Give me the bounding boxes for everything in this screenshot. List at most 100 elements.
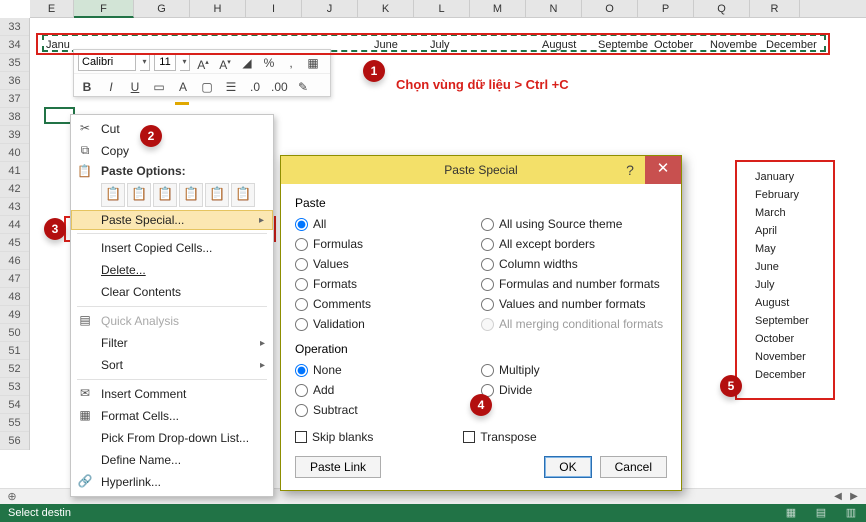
radio-multiply[interactable]: Multiply [481, 360, 667, 380]
paste-option-all[interactable] [101, 183, 125, 207]
row34-cell-m[interactable] [484, 36, 540, 50]
column-header-e[interactable]: E [30, 0, 74, 18]
month-cell[interactable]: September [752, 312, 829, 330]
row34-cell-o[interactable]: Septembe [596, 36, 652, 50]
decimal-dec-icon[interactable]: .0 [246, 77, 264, 95]
row-header-44[interactable]: 44 [0, 216, 29, 234]
row-header-38[interactable]: 38 [0, 108, 29, 126]
increase-font-icon[interactable]: A▴ [194, 53, 212, 71]
paste-option-link[interactable] [231, 183, 255, 207]
paste-option-formatting[interactable] [205, 183, 229, 207]
column-header-f[interactable]: F [74, 0, 134, 18]
row34-cell-p[interactable]: October [652, 36, 708, 50]
column-header-p[interactable]: P [638, 0, 694, 18]
bold-button[interactable]: B [78, 77, 96, 95]
row-header-55[interactable]: 55 [0, 414, 29, 432]
row-header-36[interactable]: 36 [0, 72, 29, 90]
menu-item-clear[interactable]: Clear Contents [71, 281, 273, 303]
column-header-l[interactable]: L [414, 0, 470, 18]
menu-item-hyperlink[interactable]: 🔗Hyperlink... [71, 471, 273, 493]
month-cell[interactable]: August [752, 294, 829, 312]
month-cell[interactable]: April [752, 222, 829, 240]
column-header-o[interactable]: O [582, 0, 638, 18]
column-header-j[interactable]: J [302, 0, 358, 18]
view-pagebreak-icon[interactable]: ▥ [836, 504, 866, 522]
row-header-56[interactable]: 56 [0, 432, 29, 450]
column-header-r[interactable]: R [750, 0, 800, 18]
month-cell[interactable]: November [752, 348, 829, 366]
radio-validation[interactable]: Validation [295, 314, 481, 334]
menu-item-paste-special[interactable]: Paste Special...▸ [71, 210, 273, 230]
format-painter-icon[interactable]: ✎ [294, 77, 312, 95]
font-color-icon[interactable]: A [174, 77, 192, 95]
radio-comments[interactable]: Comments [295, 294, 481, 314]
font-size-input[interactable]: 11 [154, 53, 176, 71]
row34-cell-k[interactable]: June [372, 36, 428, 50]
radio-formulas-num[interactable]: Formulas and number formats [481, 274, 667, 294]
row34-cell-q[interactable]: Novembe [708, 36, 764, 50]
row34-cell-f[interactable] [88, 36, 148, 50]
column-header-h[interactable]: H [190, 0, 246, 18]
row-header-51[interactable]: 51 [0, 342, 29, 360]
row-header-43[interactable]: 43 [0, 198, 29, 216]
ok-button[interactable]: OK [544, 456, 591, 478]
italic-button[interactable]: I [102, 77, 120, 95]
row34-cell-e[interactable]: Janu [44, 36, 88, 50]
radio-all-theme[interactable]: All using Source theme [481, 214, 667, 234]
menu-item-cut[interactable]: ✂Cut [71, 118, 273, 140]
row34-cell-h[interactable] [204, 36, 260, 50]
scroll-right-icon[interactable]: ▶ [846, 489, 862, 505]
fill-color-icon[interactable]: ◢ [238, 53, 256, 71]
fill-icon[interactable]: ▢ [198, 77, 216, 95]
merge-icon[interactable]: ☰ [222, 77, 240, 95]
row34-cell-j[interactable] [316, 36, 372, 50]
row-header-53[interactable]: 53 [0, 378, 29, 396]
border-button[interactable]: ▭ [150, 77, 168, 95]
column-header-k[interactable]: K [358, 0, 414, 18]
row-header-37[interactable]: 37 [0, 90, 29, 108]
radio-divide[interactable]: Divide [481, 380, 667, 400]
row-header-33[interactable]: 33 [0, 18, 29, 36]
comma-icon[interactable]: , [282, 53, 300, 71]
borders-icon[interactable]: ▦ [304, 53, 322, 71]
scroll-left-icon[interactable]: ◀ [830, 489, 846, 505]
row34-cell-i[interactable] [260, 36, 316, 50]
underline-button[interactable]: U [126, 77, 144, 95]
row-header-49[interactable]: 49 [0, 306, 29, 324]
radio-formulas[interactable]: Formulas [295, 234, 481, 254]
dialog-help-button[interactable]: ? [615, 156, 645, 184]
view-layout-icon[interactable]: ▤ [806, 504, 836, 522]
paste-option-transpose[interactable] [179, 183, 203, 207]
radio-all[interactable]: All [295, 214, 481, 234]
row-header-39[interactable]: 39 [0, 126, 29, 144]
paste-option-values[interactable] [127, 183, 151, 207]
column-header-g[interactable]: G [134, 0, 190, 18]
font-name-dropdown-icon[interactable]: ▾ [140, 53, 150, 71]
menu-item-copy[interactable]: ⧉Copy [71, 140, 273, 162]
row34-cell-n[interactable]: August [540, 36, 596, 50]
decimal-inc-icon[interactable]: .00 [270, 77, 288, 95]
radio-subtract[interactable]: Subtract [295, 400, 481, 420]
row-header-42[interactable]: 42 [0, 180, 29, 198]
paste-link-button[interactable]: Paste Link [295, 456, 381, 478]
row34-cell-g[interactable] [148, 36, 204, 50]
column-header-q[interactable]: Q [694, 0, 750, 18]
row-header-48[interactable]: 48 [0, 288, 29, 306]
sheet-expand-icon[interactable]: ⊕ [4, 489, 20, 505]
column-header-n[interactable]: N [526, 0, 582, 18]
radio-column-widths[interactable]: Column widths [481, 254, 667, 274]
paste-option-formulas[interactable] [153, 183, 177, 207]
month-cell[interactable]: February [752, 186, 829, 204]
row34-cell-r[interactable]: December [764, 36, 814, 50]
checkbox-transpose[interactable]: Transpose [463, 430, 536, 444]
radio-formats[interactable]: Formats [295, 274, 481, 294]
month-cell[interactable]: May [752, 240, 829, 258]
menu-item-pick-list[interactable]: Pick From Drop-down List... [71, 427, 273, 449]
font-size-dropdown-icon[interactable]: ▾ [180, 53, 190, 71]
menu-item-format-cells[interactable]: ▦Format Cells... [71, 405, 273, 427]
menu-item-insert-comment[interactable]: ✉Insert Comment [71, 383, 273, 405]
radio-add[interactable]: Add [295, 380, 481, 400]
month-cell[interactable]: July [752, 276, 829, 294]
menu-item-insert-cells[interactable]: Insert Copied Cells... [71, 237, 273, 259]
menu-item-delete[interactable]: Delete... [71, 259, 273, 281]
